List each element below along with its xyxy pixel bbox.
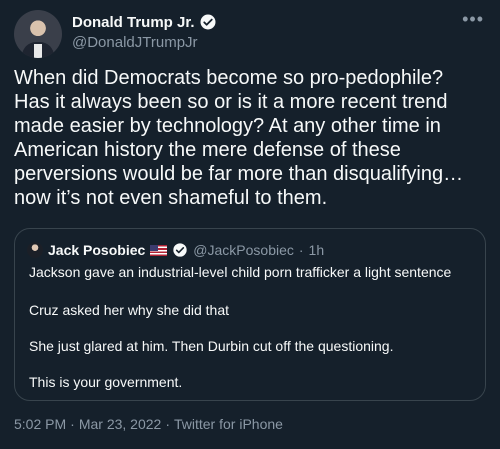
quoted-timestamp: 1h [308,242,325,258]
author-display-name[interactable]: Donald Trump Jr. [72,14,195,31]
quoted-author-handle: @JackPosobiec [193,242,294,258]
tweet-text-line: Has it always been so or is it a more re… [14,91,448,113]
avatar-shirt [34,44,42,58]
more-options-icon[interactable]: ••• [462,10,484,28]
tweet-time[interactable]: 5:02 PM [14,416,66,432]
quoted-text-line: She just glared at him. Then Durbin cut … [29,338,394,354]
meta-separator: · [165,416,170,432]
quoted-author-display-name: Jack Posobiec [48,242,146,258]
tweet-text-line: perversions would be far more than disqu… [14,163,464,185]
tweet-text-line: American history the mere defense of the… [14,139,401,161]
author-avatar[interactable] [14,10,62,58]
meta-separator: · [70,416,75,432]
quoted-text-line: This is your government. [29,374,183,390]
tweet-source: Twitter for iPhone [173,416,283,432]
author-info: Donald Trump Jr. @DonaldJTrumpJr [72,12,217,51]
us-flag-icon [150,244,168,256]
tweet-meta: 5:02 PM · Mar 23, 2022 · Twitter for iPh… [14,416,283,432]
tweet-text-line: made easier by technology? At any other … [14,115,441,137]
tweet-text: When did Democrats become so pro-pedophi… [14,66,486,210]
verified-badge-icon [200,14,216,30]
tweet-date[interactable]: Mar 23, 2022 [79,416,162,432]
tweet-text-line: now it’s not even shameful to them. [14,187,328,209]
quoted-text-line: Jackson gave an industrial-level child p… [29,264,452,280]
quoted-text-line: Cruz asked her why she did that [29,302,229,318]
tweet-text-line: When did Democrats become so pro-pedophi… [14,67,444,89]
quoted-separator: · [298,242,304,258]
quoted-tweet-header: Jack Posobiec @JackPosobiec · 1h [27,241,324,259]
author-name-row: Donald Trump Jr. [72,12,217,32]
tweet: Donald Trump Jr. @DonaldJTrumpJr ••• Whe… [0,0,500,449]
quoted-tweet[interactable]: Jack Posobiec @JackPosobiec · 1h Jackson… [14,228,486,401]
author-handle[interactable]: @DonaldJTrumpJr [72,34,217,51]
verified-badge-icon [173,243,187,257]
quoted-author-avatar [27,242,43,258]
